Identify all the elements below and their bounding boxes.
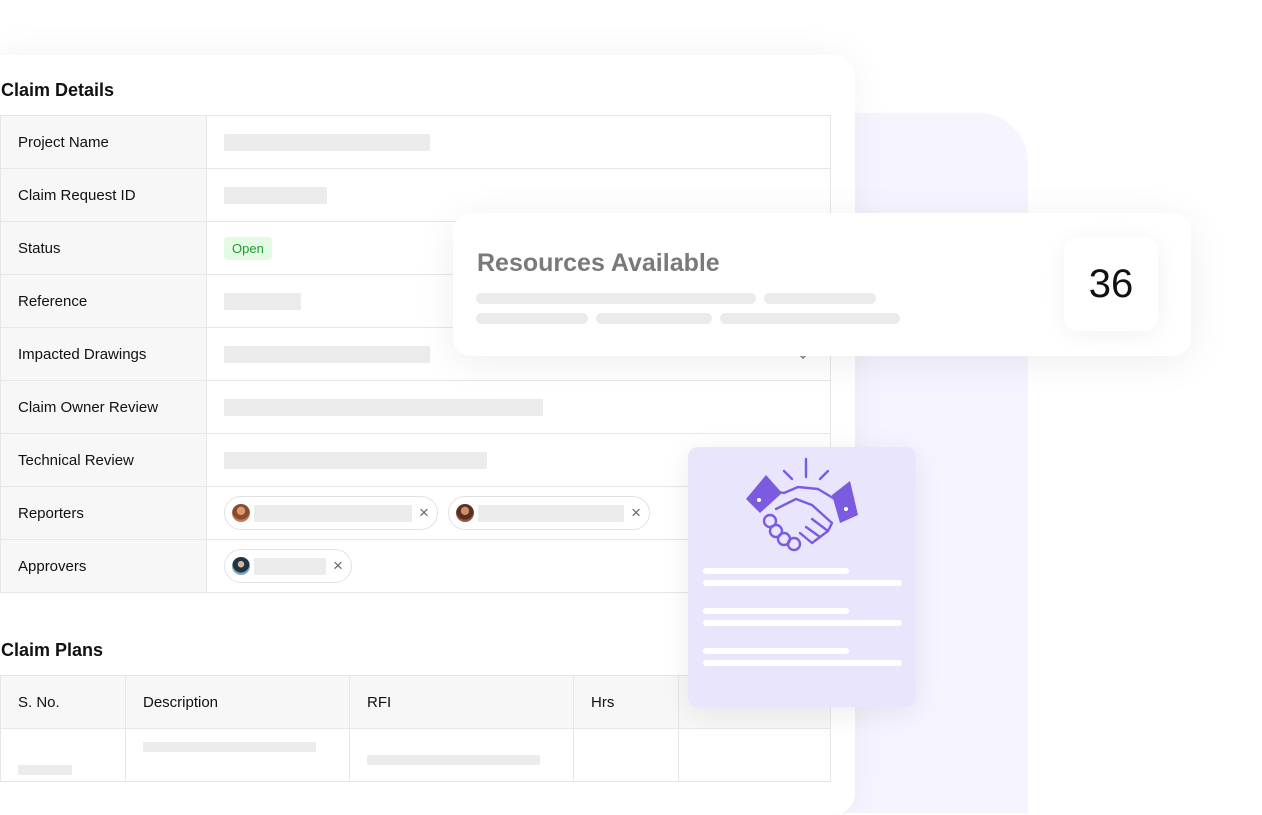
- row-project-name: Project Name: [0, 115, 831, 169]
- resources-title: Resources Available: [477, 249, 720, 277]
- row-claim-owner-review: Claim Owner Review: [0, 380, 831, 434]
- resources-count: 36: [1064, 237, 1158, 331]
- row-label: Approvers: [0, 539, 207, 593]
- row-label: Reference: [0, 274, 207, 328]
- row-label: Project Name: [0, 115, 207, 169]
- column-header: Description: [125, 675, 350, 729]
- agreement-card: [688, 447, 916, 707]
- avatar: [456, 504, 475, 522]
- column-header: Hrs: [573, 675, 679, 729]
- approver-chip[interactable]: ×: [224, 549, 352, 583]
- row-label: Claim Request ID: [0, 168, 207, 222]
- row-label: Reporters: [0, 486, 207, 540]
- handshake-icon: [746, 457, 858, 552]
- claim-owner-review-value: [206, 380, 831, 434]
- reporter-chip[interactable]: ×: [448, 496, 651, 530]
- claim-plans-title: Claim Plans: [1, 640, 104, 660]
- column-header: RFI: [349, 675, 574, 729]
- remove-icon[interactable]: ×: [631, 503, 641, 523]
- avatar: [232, 557, 250, 575]
- table-row: [0, 728, 831, 782]
- row-label: Claim Owner Review: [0, 380, 207, 434]
- claim-details-title: Claim Details: [1, 80, 115, 100]
- status-badge: Open: [224, 236, 272, 260]
- row-label: Impacted Drawings: [0, 327, 207, 381]
- column-header: S. No.: [0, 675, 126, 729]
- remove-icon[interactable]: ×: [419, 503, 429, 523]
- resources-card: Resources Available 36: [453, 213, 1191, 356]
- avatar: [232, 504, 250, 522]
- remove-icon[interactable]: ×: [333, 556, 343, 576]
- row-label: Technical Review: [0, 433, 207, 487]
- row-label: Status: [0, 221, 207, 275]
- project-name-value: [206, 115, 831, 169]
- reporter-chip[interactable]: ×: [224, 496, 438, 530]
